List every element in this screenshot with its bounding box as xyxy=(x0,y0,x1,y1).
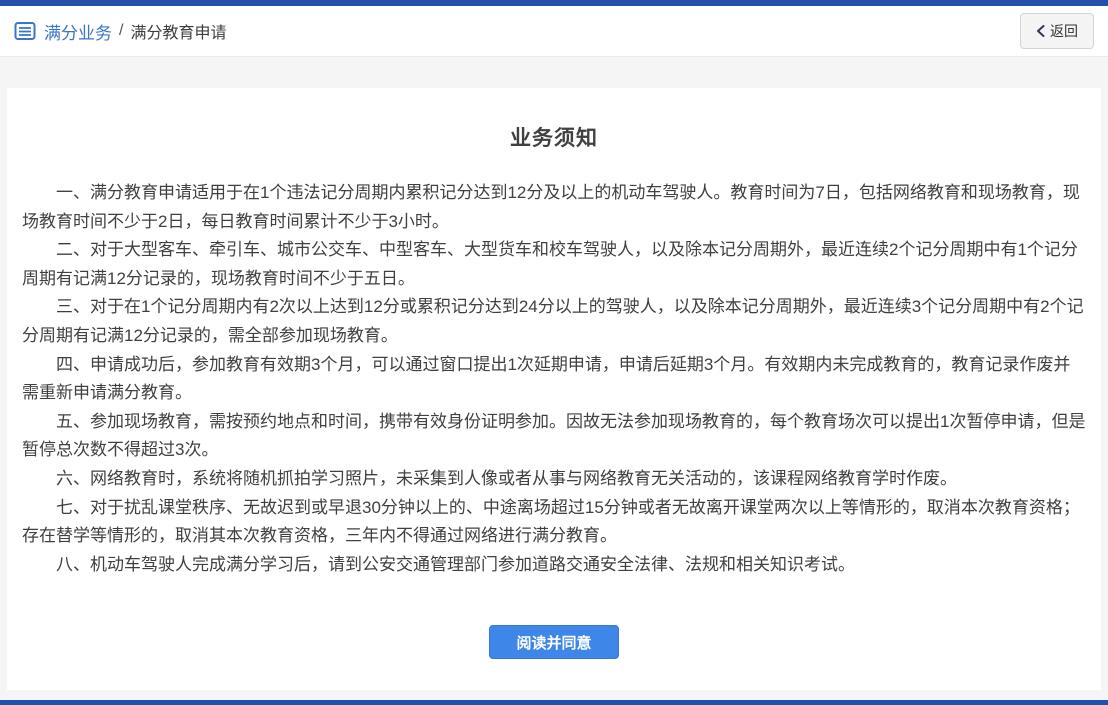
notice-paragraph-4: 四、申请成功后，参加教育有效期3个月，可以通过窗口提出1次延期申请，申请后延期3… xyxy=(22,351,1086,408)
bottom-accent-bar xyxy=(0,700,1108,705)
notice-paragraph-7: 七、对于扰乱课堂秩序、无故迟到或早退30分钟以上的、中途离场超过15分钟或者无故… xyxy=(22,494,1086,551)
breadcrumb-section-link[interactable]: 满分业务 xyxy=(44,19,112,44)
notice-body: 一、满分教育申请适用于在1个违法记分周期内累积记分达到12分及以上的机动车驾驶人… xyxy=(22,179,1086,579)
notice-paragraph-8: 八、机动车驾驶人完成满分学习后，请到公安交通管理部门参加道路交通安全法律、法规和… xyxy=(22,551,1086,580)
breadcrumb-separator: / xyxy=(119,22,123,40)
breadcrumb: 满分业务 / 满分教育申请 xyxy=(14,19,226,44)
notice-paragraph-2: 二、对于大型客车、牵引车、城市公交车、中型客车、大型货车和校车驾驶人，以及除本记… xyxy=(22,236,1086,293)
notice-paragraph-3: 三、对于在1个记分周期内有2次以上达到12分或累积记分达到24分以上的驾驶人，以… xyxy=(22,293,1086,350)
notice-title: 业务须知 xyxy=(22,122,1086,152)
back-button[interactable]: 返回 xyxy=(1020,13,1094,49)
list-icon xyxy=(14,20,36,42)
notice-paragraph-6: 六、网络教育时，系统将随机抓拍学习照片，未采集到人像或者从事与网络教育无关活动的… xyxy=(22,465,1086,494)
back-button-label: 返回 xyxy=(1050,21,1078,41)
page-header: 满分业务 / 满分教育申请 返回 xyxy=(0,6,1108,57)
notice-paragraph-5: 五、参加现场教育，需按预约地点和时间，携带有效身份证明参加。因故无法参加现场教育… xyxy=(22,408,1086,465)
notice-paragraph-1: 一、满分教育申请适用于在1个违法记分周期内累积记分达到12分及以上的机动车驾驶人… xyxy=(22,179,1086,236)
breadcrumb-current: 满分教育申请 xyxy=(130,19,226,43)
agree-button-row: 阅读并同意 xyxy=(22,625,1086,659)
agree-button[interactable]: 阅读并同意 xyxy=(489,625,618,659)
notice-card: 业务须知 一、满分教育申请适用于在1个违法记分周期内累积记分达到12分及以上的机… xyxy=(7,88,1101,690)
chevron-left-icon xyxy=(1036,25,1045,37)
